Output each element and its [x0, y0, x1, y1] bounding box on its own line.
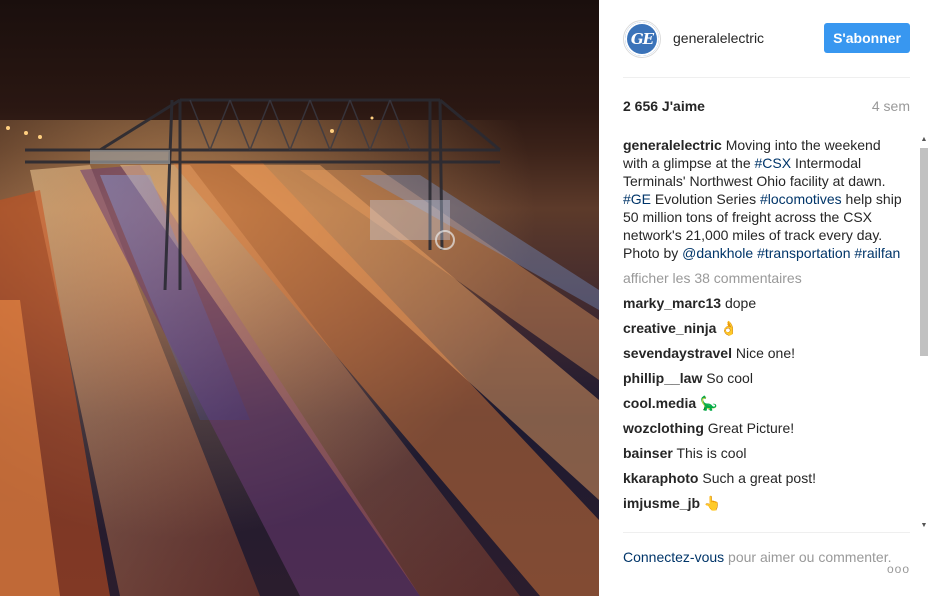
comment-text: Nice one!: [731, 345, 796, 361]
comment-text: Great Picture!: [703, 420, 795, 436]
comment-username[interactable]: marky_marc13: [623, 295, 721, 311]
comment-text: This is cool: [672, 445, 747, 461]
likes-count[interactable]: 2 656 J'aime: [623, 98, 705, 114]
avatar[interactable]: GE: [623, 19, 661, 58]
mention-dankhole[interactable]: @dankhole: [682, 245, 753, 261]
comment-text: 🦕: [696, 395, 718, 411]
hashtag-ge[interactable]: #GE: [623, 191, 651, 207]
comment-item: marky_marc13 dope: [623, 294, 909, 312]
comment-username[interactable]: kkaraphoto: [623, 470, 698, 486]
comment-text: 👌: [716, 320, 738, 336]
ge-logo: GE: [625, 21, 659, 56]
comment-text: 👆: [700, 495, 722, 511]
comment-username[interactable]: phillip__law: [623, 370, 702, 386]
scroll-down-icon[interactable]: ▼: [920, 522, 928, 530]
comment-item: bainser This is cool: [623, 444, 909, 462]
comment-username[interactable]: cool.media: [623, 395, 696, 411]
comment-item: creative_ninja 👌: [623, 319, 909, 337]
post-photo[interactable]: [0, 0, 599, 596]
comment-text: Such a great post!: [698, 470, 816, 486]
comment-username[interactable]: sevendaystravel: [623, 345, 732, 361]
caption: generalelectric Moving into the weekend …: [623, 136, 909, 262]
comment-username[interactable]: bainser: [623, 445, 673, 461]
comments-list[interactable]: generalelectric Moving into the weekend …: [623, 136, 909, 530]
post-stats: 2 656 J'aime 4 sem: [623, 96, 910, 116]
rail-yard-illustration: [0, 98, 599, 596]
post-header: GE generalelectric S'abonner: [623, 0, 910, 78]
post-age[interactable]: 4 sem: [872, 98, 910, 114]
more-options-icon[interactable]: ooo: [887, 560, 910, 578]
comment-text: dope: [721, 295, 757, 311]
login-link[interactable]: Connectez-vous: [623, 549, 724, 565]
comment-item: cool.media 🦕: [623, 394, 909, 412]
scrollbar-thumb[interactable]: [920, 148, 928, 356]
scroll-up-icon[interactable]: ▲: [920, 136, 928, 144]
hashtag-locomotives[interactable]: #locomotives: [760, 191, 842, 207]
hashtag-railfan[interactable]: #railfan: [854, 245, 900, 261]
username-link[interactable]: generalelectric: [673, 30, 824, 46]
comment-item: imjusme_jb 👆: [623, 494, 909, 512]
comment-text: So cool: [702, 370, 753, 386]
hashtag-csx[interactable]: #CSX: [755, 155, 792, 171]
comment-item: phillip__law So cool: [623, 369, 909, 387]
post-footer: Connectez-vous pour aimer ou commenter. …: [623, 532, 910, 596]
caption-text: Evolution Series: [651, 191, 760, 207]
comment-username[interactable]: wozclothing: [623, 420, 704, 436]
login-prompt-text: pour aimer ou commenter.: [724, 549, 892, 565]
comment-item: kkaraphoto Such a great post!: [623, 469, 909, 487]
caption-username[interactable]: generalelectric: [623, 137, 722, 153]
view-all-comments[interactable]: afficher les 38 commentaires: [623, 269, 909, 287]
post-sidebar: GE generalelectric S'abonner 2 656 J'aim…: [599, 0, 929, 596]
comment-username[interactable]: creative_ninja: [623, 320, 716, 336]
instagram-post: GE generalelectric S'abonner 2 656 J'aim…: [0, 0, 929, 596]
follow-button[interactable]: S'abonner: [824, 22, 910, 53]
hashtag-transportation[interactable]: #transportation: [757, 245, 850, 261]
comment-username[interactable]: imjusme_jb: [623, 495, 700, 511]
comment-item: sevendaystravel Nice one!: [623, 344, 909, 362]
comment-item: wozclothing Great Picture!: [623, 419, 909, 437]
comments-scrollbar[interactable]: ▲ ▼: [919, 136, 929, 530]
